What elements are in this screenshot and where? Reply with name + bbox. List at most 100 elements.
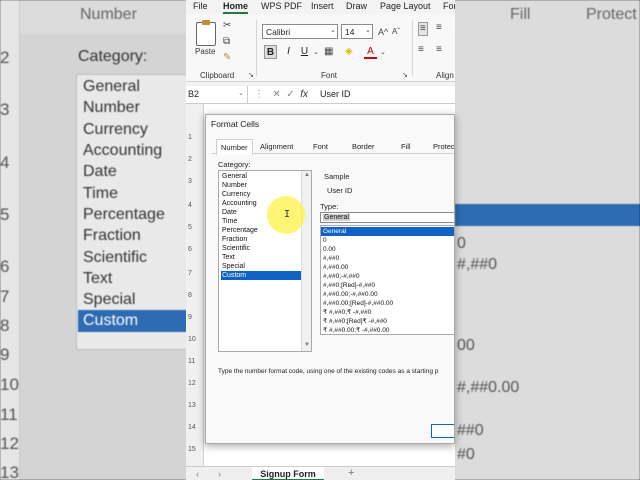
row-number[interactable]: 5 <box>188 224 192 231</box>
paste-label[interactable]: Paste <box>195 47 215 56</box>
format-painter-icon[interactable]: ✎ <box>223 52 231 64</box>
align-left-icon[interactable]: ≡ <box>418 44 424 56</box>
type-item[interactable]: #,##0;-#,##0 <box>321 272 454 281</box>
font-size-chevron-icon[interactable]: ⌄ <box>365 25 371 37</box>
row-number[interactable]: 13 <box>188 402 196 409</box>
type-item[interactable]: #,##0.00;[Red]-#,##0.00 <box>321 299 454 308</box>
underline-chevron-icon[interactable]: ⌄ <box>313 47 319 59</box>
font-name-chevron-icon[interactable]: ⌄ <box>330 25 336 37</box>
background-type-text: 0 <box>457 235 466 252</box>
font-color-button[interactable]: A <box>364 45 377 59</box>
type-item[interactable]: ₹ #,##0;[Red]₹ -#,##0 <box>321 317 454 326</box>
type-item[interactable]: General <box>321 227 454 236</box>
category-item-text[interactable]: Text <box>221 253 301 262</box>
type-item[interactable]: 0.00 <box>321 245 454 254</box>
category-item-fraction[interactable]: Fraction <box>221 235 301 244</box>
background-category-item: General <box>83 78 140 95</box>
menu-wps-pdf[interactable]: WPS PDF <box>261 1 302 11</box>
clipboard-launcher-icon[interactable]: ↘ <box>248 70 254 82</box>
type-item[interactable]: ₹ #,##0.00;₹ -#,##0.00 <box>321 326 454 335</box>
grow-font-icon[interactable]: A^ <box>378 26 388 38</box>
row-number[interactable]: 3 <box>188 178 192 185</box>
category-list[interactable]: General Number Currency Accounting Date … <box>218 170 312 352</box>
row-number[interactable]: 11 <box>188 358 195 365</box>
scroll-down-icon[interactable]: ▼ <box>304 342 310 348</box>
menu-insert[interactable]: Insert <box>311 1 334 11</box>
row-number[interactable]: 7 <box>188 270 192 277</box>
type-item[interactable]: #,##0;[Red]-#,##0 <box>321 281 454 290</box>
font-color-chevron-icon[interactable]: ⌄ <box>380 47 386 59</box>
row-number[interactable]: 6 <box>188 246 192 253</box>
background-category-item: Date <box>83 163 117 180</box>
row-number[interactable]: 15 <box>188 446 196 453</box>
insert-function-icon[interactable]: fx <box>300 89 308 100</box>
type-item[interactable]: #,##0 <box>321 254 454 263</box>
menu-draw[interactable]: Draw <box>346 1 367 11</box>
row-number[interactable]: 9 <box>188 314 192 321</box>
sheet-tab-bar: ‹ › Signup Form + <box>186 466 455 480</box>
sample-value: User ID <box>327 186 353 195</box>
formula-input[interactable]: User ID <box>320 89 351 99</box>
tab-font[interactable]: Font <box>313 142 328 151</box>
type-list[interactable]: General 0 0.00 #,##0 #,##0.00 #,##0;-#,#… <box>320 225 454 335</box>
tab-number[interactable]: Number <box>216 139 253 155</box>
row-number[interactable]: 4 <box>188 202 192 209</box>
prev-sheet-icon[interactable]: ‹ <box>196 469 199 479</box>
sheet-tab-signup-form[interactable]: Signup Form <box>252 467 324 480</box>
paste-icon[interactable] <box>196 20 216 46</box>
type-item[interactable]: #,##0.00;-#,##0.00 <box>321 290 454 299</box>
name-box[interactable]: B2 ⌄ <box>186 86 248 104</box>
name-box-value: B2 <box>188 89 200 99</box>
category-item-scientific[interactable]: Scientific <box>221 244 301 253</box>
row-number[interactable]: 14 <box>188 424 196 431</box>
type-input[interactable]: General <box>320 212 454 223</box>
italic-button[interactable]: I <box>282 45 295 59</box>
align-middle-icon[interactable]: ≡ <box>436 22 442 34</box>
name-box-chevron-icon[interactable]: ⌄ <box>238 89 244 97</box>
shrink-font-icon[interactable]: Aˇ <box>392 26 400 38</box>
cancel-icon[interactable]: ✕ <box>272 89 280 100</box>
next-sheet-icon[interactable]: › <box>218 469 221 479</box>
enter-icon[interactable]: ✓ <box>286 89 294 100</box>
copy-icon[interactable]: ⧉ <box>223 36 230 48</box>
menu-home[interactable]: Home <box>223 1 249 14</box>
type-item[interactable]: ₹ #,##0;₹ -#,##0 <box>321 308 454 317</box>
background-header-number: Number <box>80 6 137 23</box>
type-item[interactable]: #,##0.00 <box>321 263 454 272</box>
type-item[interactable]: 0 <box>321 236 454 245</box>
formula-bar-icons: ⋮ ✕ ✓ fx <box>254 89 308 100</box>
underline-button[interactable]: U <box>298 45 311 59</box>
add-sheet-button[interactable]: + <box>348 467 354 479</box>
font-launcher-icon[interactable]: ↘ <box>402 70 408 82</box>
row-number[interactable]: 12 <box>188 380 196 387</box>
background-category-item: Accounting <box>83 142 163 159</box>
category-scrollbar[interactable]: ▲ ▼ <box>301 171 311 351</box>
menu-file[interactable]: File <box>193 1 208 11</box>
menu-formulas[interactable]: For <box>443 1 455 11</box>
row-number[interactable]: 8 <box>188 292 192 299</box>
borders-icon[interactable]: ▦ <box>324 46 333 58</box>
category-item-number[interactable]: Number <box>221 181 301 190</box>
ok-button[interactable] <box>431 424 454 438</box>
tab-alignment[interactable]: Alignment <box>260 142 293 151</box>
row-number[interactable]: 2 <box>188 156 192 163</box>
tab-fill[interactable]: Fill <box>401 142 411 151</box>
align-center-icon[interactable]: ≡ <box>436 44 442 56</box>
scroll-up-icon[interactable]: ▲ <box>304 172 310 178</box>
category-item-custom[interactable]: Custom <box>221 271 301 280</box>
font-name-box[interactable]: Calibri <box>262 24 338 39</box>
menu-page-layout[interactable]: Page Layout <box>380 1 431 11</box>
row-number[interactable]: 10 <box>188 336 196 343</box>
more-icon[interactable]: ⋮ <box>254 89 264 100</box>
bold-button[interactable]: B <box>264 45 277 59</box>
row-number[interactable]: 1 <box>188 134 192 141</box>
category-item-general[interactable]: General <box>221 172 301 181</box>
clipboard-group-label: Clipboard <box>200 71 235 80</box>
align-top-icon[interactable]: ≡ <box>418 22 428 36</box>
background-right-panel <box>455 0 640 480</box>
category-item-special[interactable]: Special <box>221 262 301 271</box>
fill-color-icon[interactable]: ◈ <box>345 46 353 58</box>
cut-icon[interactable]: ✂ <box>223 20 231 32</box>
tab-protection[interactable]: Protecti <box>433 142 454 151</box>
tab-border[interactable]: Border <box>352 142 375 151</box>
